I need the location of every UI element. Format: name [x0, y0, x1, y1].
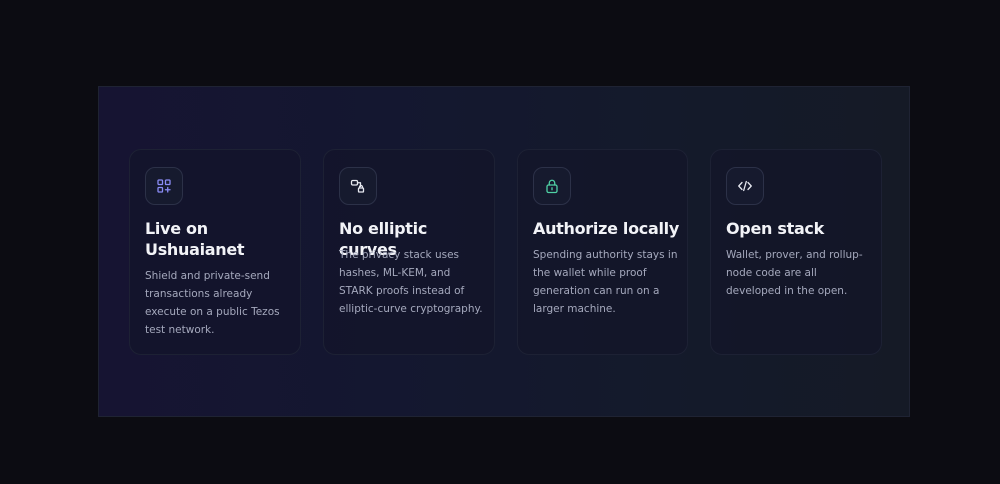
feature-description: Wallet, prover, and rollup-node code are…	[726, 249, 863, 297]
feature-card-no-elliptic-curves: No elliptic curves The privacy stack use…	[323, 149, 495, 355]
lock-icon	[533, 167, 571, 205]
feature-description: The privacy stack uses hashes, ML-KEM, a…	[339, 249, 483, 315]
apps-add-icon	[145, 167, 183, 205]
features-panel: Live on Ushuaianet Shield and private-se…	[98, 86, 910, 417]
feature-description: Shield and private-send transactions alr…	[145, 270, 280, 336]
feature-title: Open stack	[726, 219, 824, 238]
link-lock-icon	[339, 167, 377, 205]
feature-description: Spending authority stays in the wallet w…	[533, 249, 678, 315]
feature-card-authorize-locally: Authorize locally Spending authority sta…	[517, 149, 688, 355]
feature-title: Authorize locally	[533, 219, 679, 238]
feature-card-live-on-ushuaianet: Live on Ushuaianet Shield and private-se…	[129, 149, 301, 355]
code-icon	[726, 167, 764, 205]
feature-card-open-stack: Open stack Wallet, prover, and rollup-no…	[710, 149, 882, 355]
feature-title: Live on Ushuaianet	[145, 219, 245, 259]
